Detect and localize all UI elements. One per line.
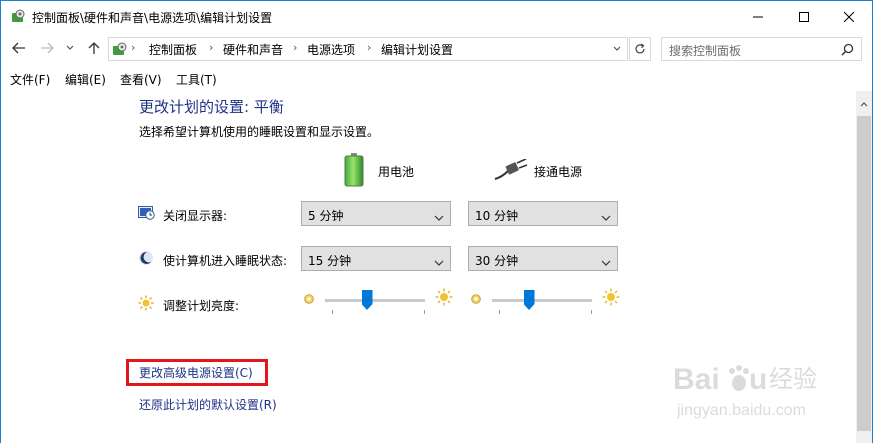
svg-text:u: u: [749, 363, 767, 396]
battery-icon: [344, 153, 364, 190]
breadcrumb-separator-icon: ›: [293, 41, 298, 54]
column-header-battery: 用电池: [378, 165, 415, 179]
breadcrumb-separator-icon: ›: [131, 41, 136, 54]
breadcrumb-power-options[interactable]: 电源选项: [307, 41, 355, 58]
control-panel-small-icon: [111, 41, 128, 58]
forward-button[interactable]: [37, 38, 57, 58]
search-input[interactable]: 搜索控制面板: [661, 37, 862, 61]
sleep-plugged-value: 30 分钟: [475, 254, 519, 268]
svg-text:经验: 经验: [769, 365, 817, 393]
scroll-up-icon[interactable]: [860, 96, 868, 110]
slider-tick: [591, 310, 592, 314]
maximize-button[interactable]: [781, 1, 827, 32]
scrollbar-thumb[interactable]: [857, 116, 871, 431]
refresh-button[interactable]: [629, 37, 651, 61]
search-icon[interactable]: [841, 43, 854, 59]
display-off-battery-select[interactable]: 5 分钟: [301, 201, 451, 226]
turn-off-display-label: 关闭显示器:: [163, 209, 228, 223]
minimize-button[interactable]: [735, 1, 781, 32]
title-bar: 控制面板\硬件和声音\电源选项\编辑计划设置: [1, 1, 872, 32]
page-description: 选择希望计算机使用的睡眠设置和显示设置。: [139, 125, 380, 139]
page-title: 更改计划的设置: 平衡: [139, 98, 284, 116]
slider-track[interactable]: [492, 299, 592, 302]
back-button[interactable]: [9, 38, 29, 58]
sleep-battery-value: 15 分钟: [308, 254, 352, 268]
chevron-down-icon: [434, 255, 444, 269]
column-header-plugged-in: 接通电源: [534, 165, 583, 179]
address-bar[interactable]: › 控制面板 › 硬件和声音 › 电源选项 › 编辑计划设置: [108, 37, 628, 61]
brightness-high-icon: [602, 288, 620, 309]
svg-text:Bai: Bai: [673, 363, 720, 396]
brightness-label: 调整计划亮度:: [163, 299, 240, 313]
recent-locations-chevron-icon[interactable]: [63, 38, 77, 58]
sleep-label: 使计算机进入睡眠状态:: [163, 254, 288, 268]
slider-tick: [332, 310, 333, 314]
chevron-down-icon: [601, 255, 611, 269]
vertical-scrollbar[interactable]: [856, 91, 872, 443]
display-off-plugged-select[interactable]: 10 分钟: [468, 201, 618, 226]
search-placeholder: 搜索控制面板: [669, 44, 742, 58]
slider-tick: [499, 310, 500, 314]
menu-tools[interactable]: 工具(T): [176, 71, 217, 88]
breadcrumb-hardware-sound[interactable]: 硬件和声音: [223, 41, 283, 58]
control-panel-icon: [10, 9, 26, 25]
breadcrumb-separator-icon: ›: [209, 41, 214, 54]
sleep-moon-icon: [138, 250, 154, 269]
brightness-high-icon: [435, 288, 453, 309]
brightness-plugged-slider[interactable]: [470, 286, 630, 318]
menu-file[interactable]: 文件(F): [10, 71, 50, 88]
menu-bar: 文件(F) 编辑(E) 查看(V) 工具(T): [1, 65, 872, 91]
slider-thumb[interactable]: [523, 290, 535, 310]
chevron-down-icon: [601, 210, 611, 224]
window-title: 控制面板\硬件和声音\电源选项\编辑计划设置: [32, 11, 273, 25]
slider-thumb[interactable]: [361, 290, 373, 310]
brightness-low-icon: [303, 293, 315, 308]
restore-defaults-link[interactable]: 还原此计划的默认设置(R): [139, 396, 277, 413]
breadcrumb-separator-icon: ›: [367, 41, 372, 54]
up-button[interactable]: [84, 38, 104, 58]
watermark-url: jingyan.baidu.com: [676, 402, 806, 419]
navigation-bar: › 控制面板 › 硬件和声音 › 电源选项 › 编辑计划设置 搜索控制面板: [1, 32, 872, 65]
sleep-battery-select[interactable]: 15 分钟: [301, 246, 451, 271]
close-button[interactable]: [826, 1, 872, 32]
window: 控制面板\硬件和声音\电源选项\编辑计划设置 › 控制面板 › 硬件和声音 › …: [0, 0, 873, 443]
display-clock-icon: [138, 205, 155, 224]
menu-edit[interactable]: 编辑(E): [65, 71, 106, 88]
breadcrumb-edit-plan[interactable]: 编辑计划设置: [381, 41, 453, 58]
sleep-plugged-select[interactable]: 30 分钟: [468, 246, 618, 271]
display-off-battery-value: 5 分钟: [308, 209, 344, 223]
baidu-watermark: Bai u 经验 jingyan.baidu.com: [669, 349, 829, 429]
brightness-low-icon: [470, 293, 482, 308]
power-plug-icon: [494, 158, 528, 184]
display-off-plugged-value: 10 分钟: [475, 209, 519, 223]
highlight-box: [126, 359, 268, 386]
slider-track[interactable]: [325, 299, 425, 302]
address-dropdown-chevron-icon[interactable]: [606, 37, 628, 61]
menu-view[interactable]: 查看(V): [120, 71, 162, 88]
breadcrumb-control-panel[interactable]: 控制面板: [149, 41, 197, 58]
chevron-down-icon: [434, 210, 444, 224]
brightness-sun-icon: [138, 295, 154, 314]
brightness-battery-slider[interactable]: [303, 286, 463, 318]
slider-tick: [424, 310, 425, 314]
